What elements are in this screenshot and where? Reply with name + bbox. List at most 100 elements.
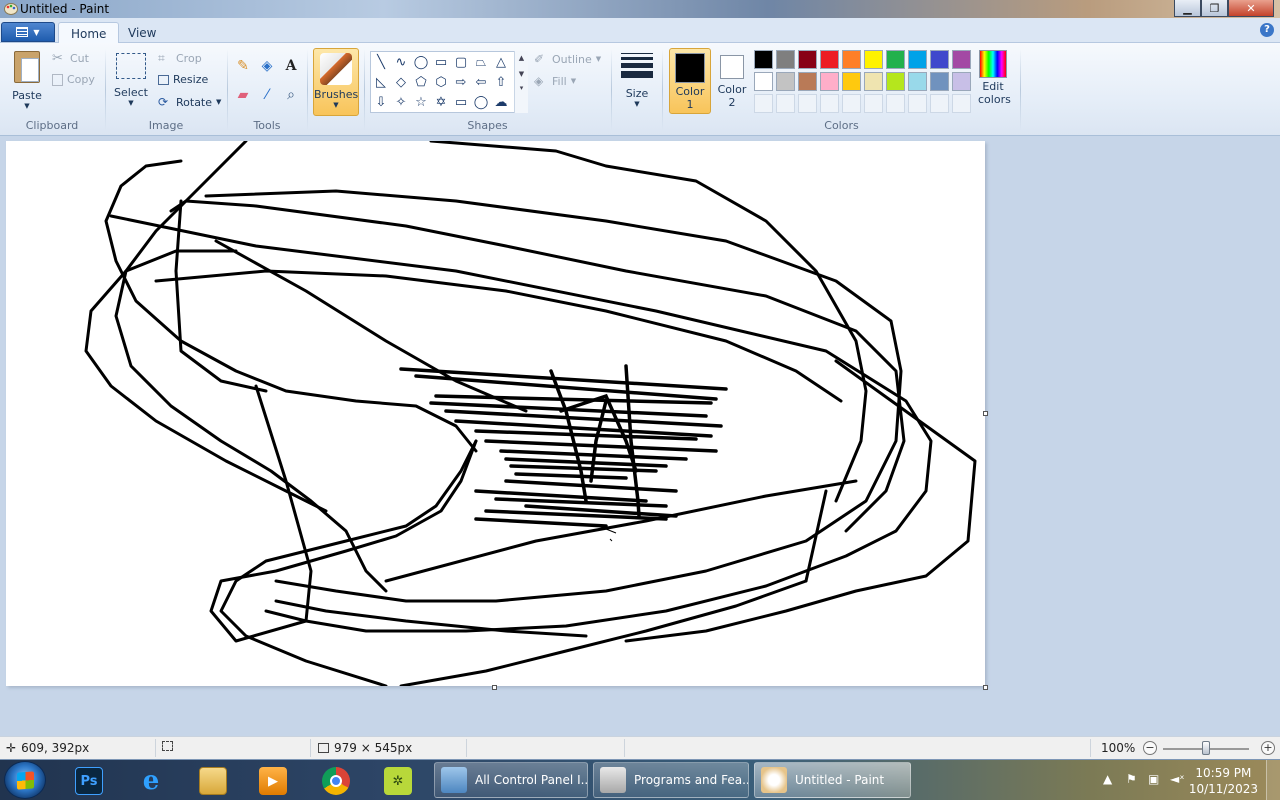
- pentagon-icon[interactable]: ⬠: [412, 73, 430, 91]
- palette-swatch[interactable]: [754, 50, 773, 69]
- zoom-out-button[interactable]: −: [1143, 741, 1157, 755]
- curve-icon[interactable]: ∿: [392, 53, 410, 71]
- palette-swatch[interactable]: [820, 72, 839, 91]
- rotate-button[interactable]: ⟳ Rotate ▼: [158, 95, 221, 109]
- magnifier-icon[interactable]: ⌕: [281, 85, 301, 105]
- tab-view[interactable]: View: [116, 22, 168, 44]
- custom-color-slot[interactable]: [952, 94, 971, 113]
- custom-color-slot[interactable]: [908, 94, 927, 113]
- palette-swatch[interactable]: [842, 72, 861, 91]
- six-point-star-icon[interactable]: ✡: [432, 93, 450, 111]
- custom-color-slot[interactable]: [842, 94, 861, 113]
- size-button[interactable]: Size ▼: [619, 51, 655, 108]
- palette-swatch[interactable]: [798, 72, 817, 91]
- hexagon-icon[interactable]: ⬡: [432, 73, 450, 91]
- rectangle-icon[interactable]: ▭: [432, 53, 450, 71]
- fill-bucket-icon[interactable]: ◈: [257, 56, 277, 76]
- taskbar-task-programs[interactable]: Programs and Fea...: [593, 762, 749, 798]
- paint-app-icon[interactable]: [4, 2, 18, 15]
- copy-button[interactable]: Copy: [52, 73, 95, 86]
- outline-button[interactable]: ✐ Outline ▼: [534, 52, 601, 66]
- help-icon[interactable]: ?: [1260, 23, 1274, 37]
- palette-swatch[interactable]: [908, 50, 927, 69]
- chevron-up-icon[interactable]: ▲: [515, 54, 528, 62]
- minimize-button[interactable]: ▁: [1174, 0, 1201, 17]
- show-desktop-button[interactable]: [1266, 760, 1280, 800]
- canvas-resize-handle-corner[interactable]: [983, 685, 988, 690]
- clock[interactable]: 10:59 PM 10/11/2023: [1189, 765, 1258, 797]
- start-button[interactable]: [4, 761, 46, 799]
- paste-button[interactable]: Paste ▼: [8, 51, 46, 110]
- four-point-star-icon[interactable]: ✧: [392, 93, 410, 111]
- custom-color-slot[interactable]: [864, 94, 883, 113]
- taskbar-pin-media-player[interactable]: ▶: [248, 763, 298, 799]
- palette-swatch[interactable]: [798, 50, 817, 69]
- palette-swatch[interactable]: [952, 72, 971, 91]
- more-icon[interactable]: ▾: [515, 84, 528, 92]
- action-center-icon[interactable]: ⚑: [1126, 772, 1137, 786]
- palette-swatch[interactable]: [930, 72, 949, 91]
- eraser-icon[interactable]: ▰: [233, 85, 253, 105]
- chevron-up-icon[interactable]: ▲: [1103, 772, 1112, 786]
- taskbar-pin-internet-explorer[interactable]: e: [126, 763, 176, 799]
- palette-swatch[interactable]: [776, 72, 795, 91]
- drawing-canvas[interactable]: [6, 141, 985, 686]
- palette-swatch[interactable]: [908, 72, 927, 91]
- close-button[interactable]: ✕: [1228, 0, 1274, 17]
- chevron-down-icon[interactable]: ▼: [515, 70, 528, 78]
- custom-color-slot[interactable]: [820, 94, 839, 113]
- down-arrow-icon[interactable]: ⇩: [372, 93, 390, 111]
- oval-callout-icon[interactable]: ◯: [472, 93, 490, 111]
- palette-swatch[interactable]: [886, 72, 905, 91]
- crop-button[interactable]: ⌗ Crop: [158, 51, 202, 65]
- line-icon[interactable]: ╲: [372, 53, 390, 71]
- taskbar-pin-photoshop[interactable]: Ps: [64, 763, 114, 799]
- rounded-callout-icon[interactable]: ▭: [452, 93, 470, 111]
- taskbar-task-control-panel[interactable]: All Control Panel I...: [434, 762, 588, 798]
- taskbar-pin-chrome[interactable]: [311, 763, 361, 799]
- text-tool-icon[interactable]: A: [281, 56, 301, 76]
- custom-color-slot[interactable]: [886, 94, 905, 113]
- palette-swatch[interactable]: [930, 50, 949, 69]
- color-picker-icon[interactable]: ⁄: [257, 85, 277, 105]
- cloud-callout-icon[interactable]: ☁: [492, 93, 510, 111]
- zoom-slider-thumb[interactable]: [1202, 741, 1210, 755]
- custom-color-slot[interactable]: [776, 94, 795, 113]
- polygon-icon[interactable]: ⏢: [472, 53, 490, 71]
- brushes-button[interactable]: Brushes ▼: [313, 48, 359, 116]
- edit-colors-button[interactable]: Edit colors: [978, 50, 1011, 106]
- palette-swatch[interactable]: [952, 50, 971, 69]
- taskbar-task-paint[interactable]: Untitled - Paint: [754, 762, 911, 798]
- palette-swatch[interactable]: [776, 50, 795, 69]
- left-arrow-icon[interactable]: ⇦: [472, 73, 490, 91]
- canvas-resize-handle-right[interactable]: [983, 411, 988, 416]
- palette-swatch[interactable]: [864, 72, 883, 91]
- paint-menu-button[interactable]: ▼: [1, 22, 55, 42]
- network-icon[interactable]: ▣: [1148, 772, 1159, 786]
- select-button[interactable]: Select ▼: [113, 53, 149, 107]
- taskbar-pin-file-explorer[interactable]: [188, 763, 238, 799]
- color2-button[interactable]: Color 2: [714, 48, 750, 114]
- triangle-icon[interactable]: △: [492, 53, 510, 71]
- color1-button[interactable]: Color 1: [669, 48, 711, 114]
- resize-button[interactable]: Resize: [158, 73, 208, 86]
- canvas-resize-handle-bottom[interactable]: [492, 685, 497, 690]
- custom-color-slot[interactable]: [754, 94, 773, 113]
- palette-swatch[interactable]: [754, 72, 773, 91]
- diamond-icon[interactable]: ◇: [392, 73, 410, 91]
- cut-button[interactable]: ✂ Cut: [52, 51, 89, 66]
- zoom-in-button[interactable]: +: [1261, 741, 1275, 755]
- five-point-star-icon[interactable]: ☆: [412, 93, 430, 111]
- up-arrow-icon[interactable]: ⇧: [492, 73, 510, 91]
- palette-swatch[interactable]: [820, 50, 839, 69]
- tab-home[interactable]: Home: [58, 22, 120, 44]
- maximize-button[interactable]: ❐: [1201, 0, 1228, 17]
- pencil-icon[interactable]: ✎: [233, 56, 253, 76]
- fill-button[interactable]: ◈ Fill ▼: [534, 74, 576, 88]
- zoom-slider[interactable]: − +: [1143, 741, 1276, 757]
- volume-muted-icon[interactable]: ◄ˣ: [1170, 772, 1185, 786]
- oval-icon[interactable]: ◯: [412, 53, 430, 71]
- custom-color-slot[interactable]: [798, 94, 817, 113]
- palette-swatch[interactable]: [886, 50, 905, 69]
- custom-color-slot[interactable]: [930, 94, 949, 113]
